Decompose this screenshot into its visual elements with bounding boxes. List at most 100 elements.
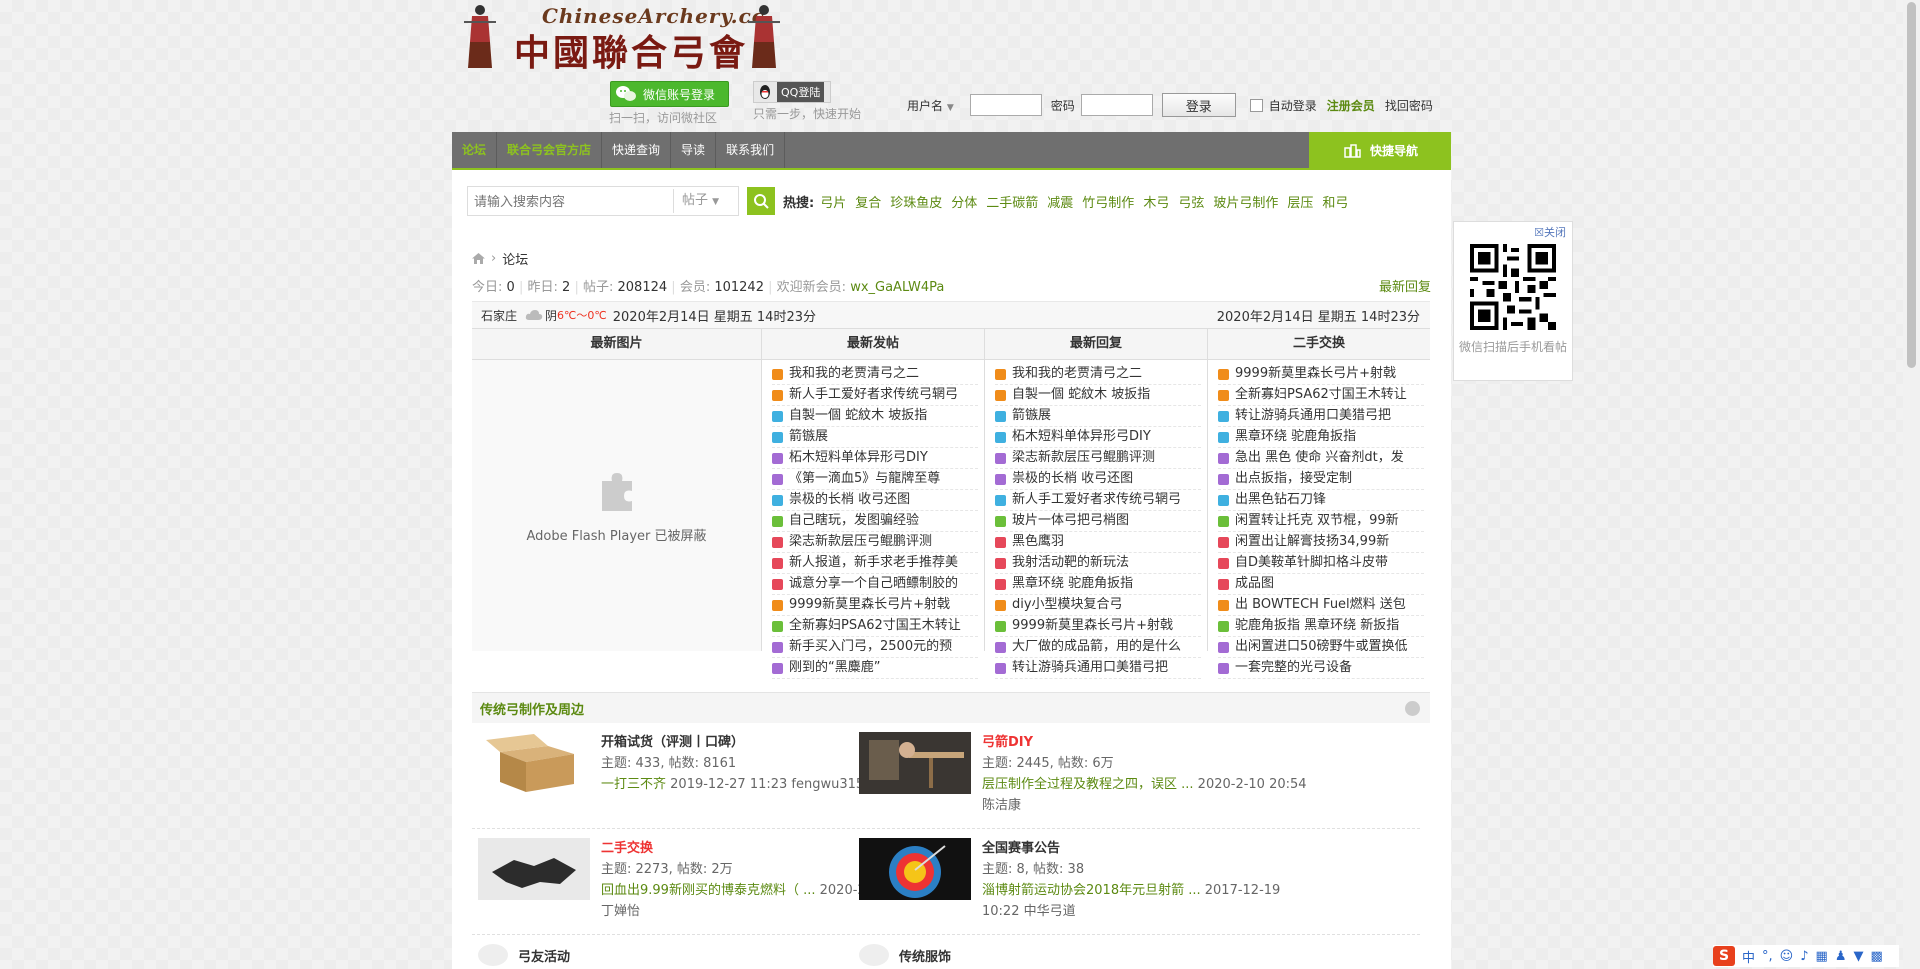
- toolbox-icon[interactable]: ▩: [1870, 949, 1882, 964]
- site-logo[interactable]: ChineseArchery.cc 中國聯合弓會: [458, 2, 794, 74]
- last-post-link[interactable]: 一打三不齐: [601, 777, 666, 792]
- trade-item[interactable]: 一套完整的光弓设备: [1218, 658, 1424, 679]
- new-post-item[interactable]: 梁志新款层压弓鲲鹏评测: [772, 532, 978, 553]
- keyboard-icon[interactable]: ▦: [1816, 949, 1828, 964]
- hot-tag[interactable]: 竹弓制作: [1082, 192, 1134, 211]
- new-post-item[interactable]: 箭镞展: [772, 427, 978, 448]
- new-post-item[interactable]: 自己瞎玩，发图骗经验: [772, 511, 978, 532]
- new-post-item[interactable]: 新手买入门弓，2500元的预: [772, 637, 978, 658]
- quick-nav-button[interactable]: 快捷导航: [1309, 132, 1451, 168]
- scrollbar-thumb[interactable]: [1907, 2, 1916, 368]
- nav-item-contact[interactable]: 联系我们: [716, 132, 786, 168]
- nav-item-express[interactable]: 快递查询: [602, 132, 672, 168]
- hot-tag[interactable]: 复合: [855, 192, 881, 211]
- new-reply-item[interactable]: 柘木短料单体异形弓DIY: [995, 427, 1201, 448]
- hot-tag[interactable]: 分体: [951, 192, 977, 211]
- new-reply-item[interactable]: 9999新莫里森长弓片+射戟: [995, 616, 1201, 637]
- new-post-item[interactable]: 全新寡妇PSA62寸国王木转让: [772, 616, 978, 637]
- new-post-item[interactable]: 诚意分享一个自己晒鳔制胶的: [772, 574, 978, 595]
- trade-item[interactable]: 转让游骑兵通用口美猎弓把: [1218, 406, 1424, 427]
- forum-name[interactable]: 弓箭DIY: [982, 732, 1332, 753]
- username-type-select[interactable]: 用户名 ▼: [907, 97, 954, 114]
- last-post-link[interactable]: 层压制作全过程及教程之四，误区 ...: [982, 777, 1194, 792]
- category-title[interactable]: 传统弓制作及周边: [480, 699, 584, 718]
- new-post-item[interactable]: 刚到的“黑麋鹿”: [772, 658, 978, 679]
- last-post-link[interactable]: 回血出9.99新刚买的博泰克燃料（ ...: [601, 883, 815, 898]
- auto-login-checkbox[interactable]: [1249, 98, 1263, 112]
- new-reply-item[interactable]: 自製一個 蛇紋木 坡扳指: [995, 385, 1201, 406]
- hot-tag[interactable]: 珍珠鱼皮: [890, 192, 942, 211]
- forum-name[interactable]: 全国赛事公告: [982, 838, 1332, 859]
- hot-tag[interactable]: 和弓: [1322, 192, 1348, 211]
- new-reply-item[interactable]: 我射活动靶的新玩法: [995, 553, 1201, 574]
- new-post-item[interactable]: 《第一滴血5》与龍牌至尊: [772, 469, 978, 490]
- new-reply-item[interactable]: 我和我的老贾清弓之二: [995, 364, 1201, 385]
- hot-tag[interactable]: 玻片弓制作: [1213, 192, 1278, 211]
- new-reply-item[interactable]: 箭镞展: [995, 406, 1201, 427]
- new-post-item[interactable]: 自製一個 蛇紋木 坡扳指: [772, 406, 978, 427]
- new-post-item[interactable]: 新人报道，新手求老手推荐美: [772, 553, 978, 574]
- new-reply-item[interactable]: 祟极的长梢 收弓还图: [995, 469, 1201, 490]
- forum-item[interactable]: 弓友活动: [478, 944, 570, 966]
- skin-icon[interactable]: ▼: [1853, 949, 1863, 964]
- new-post-item[interactable]: 柘木短料单体异形弓DIY: [772, 448, 978, 469]
- new-member-link[interactable]: wx_GaALW4Pa: [850, 280, 944, 295]
- user-icon[interactable]: ♟: [1835, 949, 1847, 964]
- trade-item[interactable]: 出闲置进口50磅野牛或置换低: [1218, 637, 1424, 658]
- login-button[interactable]: 登录: [1161, 93, 1236, 117]
- new-reply-item[interactable]: diy小型模块复合弓: [995, 595, 1201, 616]
- emoji-icon[interactable]: ☺: [1780, 949, 1794, 964]
- trade-item[interactable]: 成品图: [1218, 574, 1424, 595]
- workshop-photo[interactable]: [859, 732, 971, 794]
- home-icon[interactable]: [472, 253, 485, 264]
- ime-language-toggle[interactable]: 中: [1742, 947, 1755, 966]
- hot-tag[interactable]: 二手碳箭: [986, 192, 1038, 211]
- hot-tag[interactable]: 减震: [1047, 192, 1073, 211]
- collapse-icon[interactable]: [1405, 700, 1420, 716]
- forum-item[interactable]: 传统服饰: [859, 944, 951, 966]
- archery-target-icon[interactable]: [859, 838, 971, 900]
- new-reply-item[interactable]: 梁志新款层压弓鲲鹏评测: [995, 448, 1201, 469]
- breadcrumb-current[interactable]: 论坛: [502, 249, 528, 268]
- nav-item-guide[interactable]: 导读: [671, 132, 717, 168]
- new-reply-item[interactable]: 大厂做的成品箭，用的是什么: [995, 637, 1201, 658]
- hot-tag[interactable]: 弓片: [820, 192, 846, 211]
- trade-item[interactable]: 出 BOWTECH Fuel燃料 送包: [1218, 595, 1424, 616]
- mic-icon[interactable]: ♪: [1800, 949, 1808, 964]
- search-type-select[interactable]: 帖子 ▼: [673, 189, 738, 213]
- trade-item[interactable]: 全新寡妇PSA62寸国王木转让: [1218, 385, 1424, 406]
- new-reply-item[interactable]: 黑章环绕 驼鹿角扳指: [995, 574, 1201, 595]
- latest-reply-link[interactable]: 最新回复: [1379, 276, 1431, 295]
- sogou-logo-icon[interactable]: S: [1713, 946, 1735, 966]
- trade-item[interactable]: 黑章环绕 驼鹿角扳指: [1218, 427, 1424, 448]
- find-password-link[interactable]: 找回密码: [1385, 97, 1433, 114]
- trade-item[interactable]: 自D美鞍革针脚扣格斗皮带: [1218, 553, 1424, 574]
- new-reply-item[interactable]: 黑色鹰羽: [995, 532, 1201, 553]
- new-reply-item[interactable]: 转让游骑兵通用口美猎弓把: [995, 658, 1201, 679]
- hot-tag[interactable]: 弓弦: [1178, 192, 1204, 211]
- trade-item[interactable]: 出黑色钻石刀锋: [1218, 490, 1424, 511]
- nav-item-forum[interactable]: 论坛: [452, 132, 498, 168]
- new-post-item[interactable]: 祟极的长梢 收弓还图: [772, 490, 978, 511]
- hot-tag[interactable]: 层压: [1287, 192, 1313, 211]
- trade-item[interactable]: 出点扳指，接受定制: [1218, 469, 1424, 490]
- trade-item[interactable]: 闲置转让托克 双节棍，99新: [1218, 511, 1424, 532]
- new-reply-item[interactable]: 新人手工爱好者求传统弓辋弓: [995, 490, 1201, 511]
- hot-tag[interactable]: 木弓: [1143, 192, 1169, 211]
- flash-placeholder[interactable]: Adobe Flash Player 已被屏蔽: [472, 359, 761, 651]
- handshake-icon[interactable]: [478, 838, 590, 900]
- wechat-login-button[interactable]: 微信账号登录: [610, 81, 729, 107]
- new-post-item[interactable]: 我和我的老贾清弓之二: [772, 364, 978, 385]
- trade-item[interactable]: 驼鹿角扳指 黑章环绕 新扳指: [1218, 616, 1424, 637]
- username-input[interactable]: [969, 94, 1042, 116]
- new-reply-item[interactable]: 玻片一体弓把弓梢图: [995, 511, 1201, 532]
- trade-item[interactable]: 9999新莫里森长弓片+射戟: [1218, 364, 1424, 385]
- search-input[interactable]: [468, 189, 674, 213]
- last-post-link[interactable]: 淄博射箭运动协会2018年元旦射箭 ...: [982, 883, 1201, 898]
- trade-item[interactable]: 闲置出让解膏技扬34,99新: [1218, 532, 1424, 553]
- page-scrollbar[interactable]: [1903, 0, 1920, 969]
- nav-item-shop[interactable]: 联合弓会官方店: [497, 132, 603, 168]
- punctuation-icon[interactable]: °,: [1762, 949, 1773, 964]
- register-link[interactable]: 注册会员: [1327, 97, 1375, 114]
- trade-item[interactable]: 急出 黑色 使命 兴奋剂dt，发: [1218, 448, 1424, 469]
